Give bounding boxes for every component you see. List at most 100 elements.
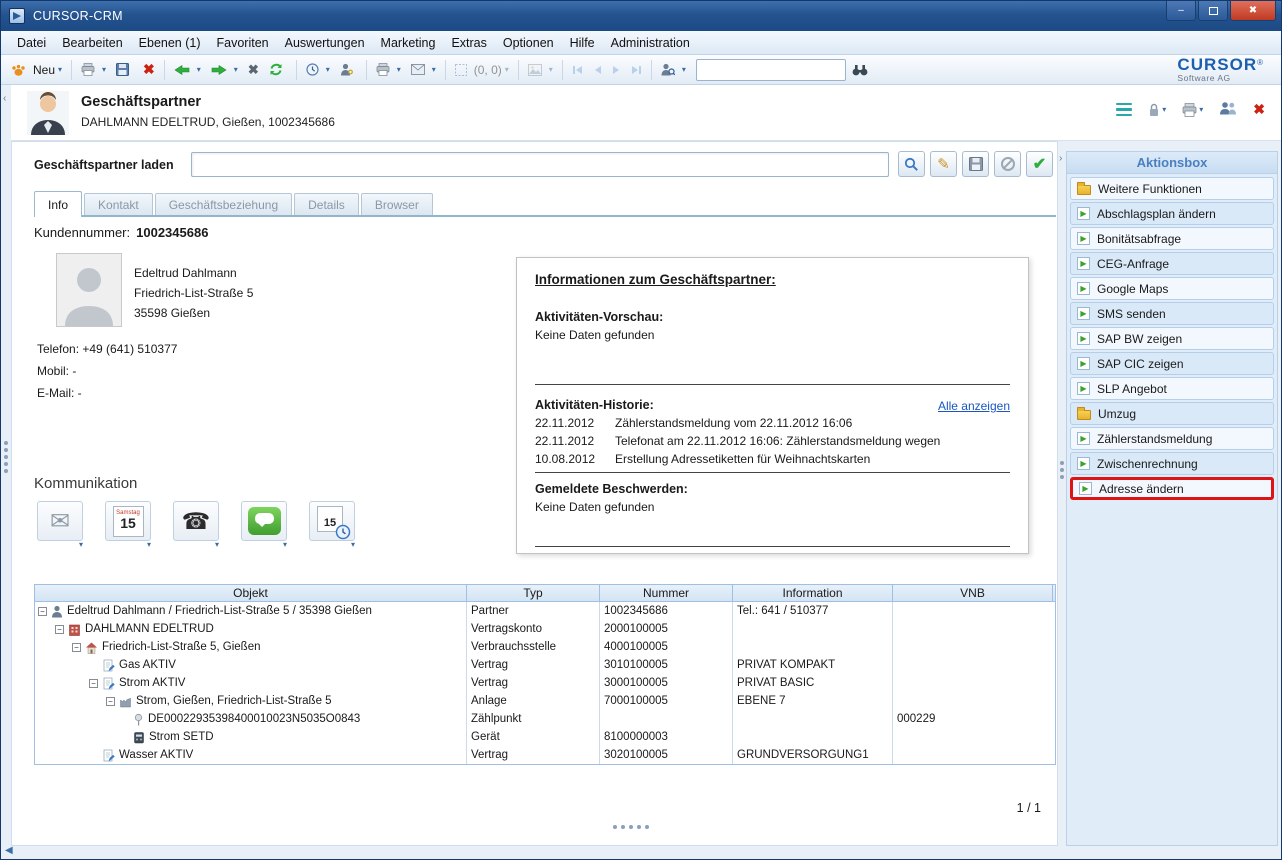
table-row[interactable]: − Strom, Gießen, Friedrich-List-Straße 5… [35, 692, 1055, 710]
history-button[interactable]: ▾ [302, 58, 334, 82]
aktionsbox-item-slp-angebot[interactable]: ▶SLP Angebot [1070, 377, 1274, 400]
bottom-left-arrow-icon[interactable]: ◀ [5, 845, 13, 856]
aktionsbox-item-zaehlerstandsmeldung[interactable]: ▶Zählerstandsmeldung [1070, 427, 1274, 450]
table-row[interactable]: − Friedrich-List-Straße 5, Gießen Verbra… [35, 638, 1055, 656]
tab-info[interactable]: Info [34, 191, 82, 217]
aktionsbox-item-adresse-aendern[interactable]: ▶Adresse ändern [1070, 477, 1274, 500]
menu-administration[interactable]: Administration [603, 33, 698, 53]
menu-toggle-icon[interactable] [1116, 103, 1132, 117]
menu-optionen[interactable]: Optionen [495, 33, 562, 53]
new-button[interactable]: Neu ▾ [7, 58, 66, 82]
aktionsbox-item-zwischenrechnung[interactable]: ▶Zwischenrechnung [1070, 452, 1274, 475]
discard-button[interactable] [994, 151, 1021, 177]
chevron-down-icon[interactable]: ▾ [147, 540, 151, 549]
nav-last-button[interactable] [627, 58, 646, 82]
tab-kontakt[interactable]: Kontakt [84, 193, 153, 215]
collapse-toggle[interactable]: − [89, 679, 98, 688]
tab-details[interactable]: Details [294, 193, 359, 215]
back-button[interactable]: ▾ [170, 58, 205, 82]
search-button[interactable] [898, 151, 925, 177]
close-record-button[interactable]: ✖ [1253, 101, 1265, 118]
delete-button[interactable]: ✖ [139, 58, 159, 82]
print-list-button[interactable]: ▾ [372, 58, 405, 82]
menu-bearbeiten[interactable]: Bearbeiten [54, 33, 130, 53]
aktionsbox-item-umzug[interactable]: Umzug [1070, 402, 1274, 425]
collapse-toggle[interactable]: − [38, 607, 47, 616]
tab-geschaeftsbeziehung[interactable]: Geschäftsbeziehung [155, 193, 292, 215]
aktionsbox-item-ceg-anfrage[interactable]: ▶CEG-Anfrage [1070, 252, 1274, 275]
collapse-toggle[interactable]: − [55, 625, 64, 634]
menu-datei[interactable]: Datei [9, 33, 54, 53]
close-button[interactable]: ✖ [1230, 1, 1276, 21]
partners-button[interactable] [1219, 101, 1237, 118]
menu-extras[interactable]: Extras [443, 33, 494, 53]
collapse-toggle[interactable]: − [72, 643, 81, 652]
column-header-information[interactable]: Information [733, 585, 893, 601]
right-splitter-handle[interactable] [1060, 461, 1064, 479]
table-row[interactable]: Gas AKTIV Vertrag 3010100005 PRIVAT KOMP… [35, 656, 1055, 674]
aktionsbox-item-abschlagsplan-aendern[interactable]: ▶Abschlagsplan ändern [1070, 202, 1274, 225]
find-button[interactable] [848, 58, 872, 82]
menu-auswertungen[interactable]: Auswertungen [277, 33, 373, 53]
menu-marketing[interactable]: Marketing [373, 33, 444, 53]
lock-button[interactable]: ▾ [1148, 103, 1166, 117]
table-row[interactable]: − DAHLMANN EDELTRUD Vertragskonto 200010… [35, 620, 1055, 638]
task-action-button[interactable]: 15 ▾ [309, 501, 355, 541]
collapse-aktionsbox-icon[interactable]: › [1059, 153, 1062, 164]
appointment-action-button[interactable]: Samstag15 ▾ [105, 501, 151, 541]
aktionsbox-list: Weitere Funktionen ▶Abschlagsplan ändern… [1067, 174, 1277, 503]
bottom-splitter-handle[interactable] [613, 825, 649, 829]
forward-button[interactable]: ▾ [207, 58, 242, 82]
sms-action-button[interactable]: ▾ [241, 501, 287, 541]
save-button[interactable] [112, 58, 137, 82]
column-header-objekt[interactable]: Objekt [35, 585, 467, 601]
maximize-button[interactable] [1198, 1, 1228, 21]
chevron-down-icon[interactable]: ▾ [283, 540, 287, 549]
nav-next-button[interactable] [608, 58, 625, 82]
send-button[interactable]: ▾ [407, 58, 440, 82]
image-button[interactable]: ▾ [524, 58, 557, 82]
table-row[interactable]: Wasser AKTIV Vertrag 3020100005 GRUNDVER… [35, 746, 1055, 764]
nav-first-button[interactable] [568, 58, 587, 82]
menu-favoriten[interactable]: Favoriten [209, 33, 277, 53]
table-row[interactable]: − Strom AKTIV Vertrag 3000100005 PRIVAT … [35, 674, 1055, 692]
collapse-toggle[interactable]: − [106, 697, 115, 706]
table-row[interactable]: Strom SETD Gerät 8100000003 [35, 728, 1055, 746]
edit-button[interactable]: ✎ [930, 151, 957, 177]
loader-input[interactable] [191, 152, 889, 177]
email-action-button[interactable]: ✉▾ [37, 501, 83, 541]
nav-prev-button[interactable] [589, 58, 606, 82]
aktionsbox-item-sap-bw-zeigen[interactable]: ▶SAP BW zeigen [1070, 327, 1274, 350]
aktionsbox-item-sap-cic-zeigen[interactable]: ▶SAP CIC zeigen [1070, 352, 1274, 375]
left-splitter-handle[interactable] [4, 441, 8, 473]
save-record-button[interactable] [962, 151, 989, 177]
confirm-button[interactable]: ✔ [1026, 151, 1053, 177]
tab-browser[interactable]: Browser [361, 193, 433, 215]
menu-hilfe[interactable]: Hilfe [562, 33, 603, 53]
table-row[interactable]: − Edeltrud Dahlmann / Friedrich-List-Str… [35, 602, 1055, 620]
refresh-button[interactable] [265, 58, 291, 82]
phone-action-button[interactable]: ☎▾ [173, 501, 219, 541]
cancel-button[interactable]: ✖ [244, 58, 263, 82]
chevron-down-icon[interactable]: ▾ [215, 540, 219, 549]
alle-anzeigen-link[interactable]: Alle anzeigen [938, 399, 1010, 413]
menu-ebenen[interactable]: Ebenen (1) [131, 33, 209, 53]
table-row[interactable]: DE00022935398400010023N5035O0843 Zählpun… [35, 710, 1055, 728]
aktionsbox-item-sms-senden[interactable]: ▶SMS senden [1070, 302, 1274, 325]
permissions-button[interactable] [336, 58, 361, 82]
chevron-down-icon[interactable]: ▾ [79, 540, 83, 549]
collapse-left-panel-icon[interactable]: ‹ [3, 93, 6, 104]
aktionsbox-item-bonitaetsabfrage[interactable]: ▶Bonitätsabfrage [1070, 227, 1274, 250]
column-header-vnb[interactable]: VNB [893, 585, 1053, 601]
column-header-nummer[interactable]: Nummer [600, 585, 733, 601]
record-print-button[interactable]: ▾ [1182, 103, 1203, 117]
column-header-typ[interactable]: Typ [467, 585, 600, 601]
aktionsbox-item-weitere-funktionen[interactable]: Weitere Funktionen [1070, 177, 1274, 200]
minimize-button[interactable]: – [1166, 1, 1196, 21]
print-button[interactable]: ▾ [77, 58, 110, 82]
toolbar-search-input[interactable] [696, 59, 846, 81]
aktionsbox-item-label: SLP Angebot [1097, 382, 1167, 396]
chevron-down-icon[interactable]: ▾ [351, 540, 355, 549]
aktionsbox-item-google-maps[interactable]: ▶Google Maps [1070, 277, 1274, 300]
person-search-button[interactable]: ▾ [657, 58, 690, 82]
